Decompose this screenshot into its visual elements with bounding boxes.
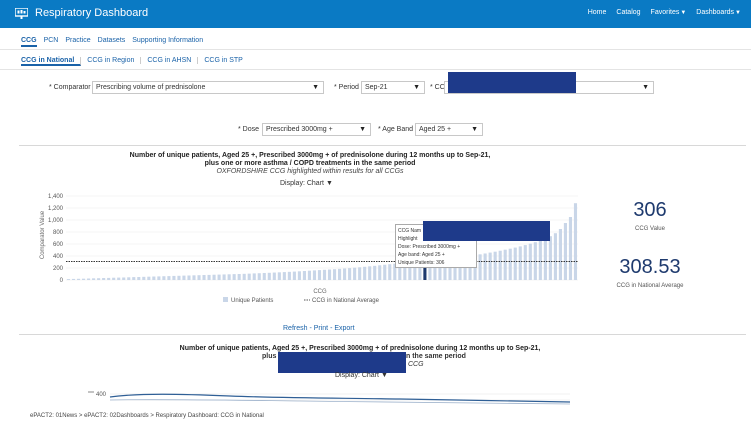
subtab-ccg-in-ahsn[interactable]: CCG in AHSN [141, 57, 199, 64]
series-line [109, 399, 571, 405]
nav-favorites[interactable]: Favorites▼ [651, 9, 687, 16]
tab-practice[interactable]: Practice [65, 37, 90, 44]
chevron-down-icon: ▼ [735, 10, 741, 16]
y-tick-label: 400 [96, 392, 107, 398]
chevron-down-icon: ▼ [680, 10, 687, 16]
chart-subtitle: OXFORDSHIRE CCG highlighted within resul… [216, 168, 404, 175]
tab-supporting-information[interactable]: Supporting Information [132, 37, 203, 44]
subtab-ccg-in-stp[interactable]: CCG in STP [198, 57, 249, 64]
nav-dashboards-label: Dashboards [696, 9, 735, 16]
dashboard-icon [15, 8, 28, 19]
display-control[interactable]: Display: Chart ▼ [280, 180, 333, 187]
display-label: Display: [280, 180, 305, 187]
display-control-2[interactable]: Display: Chart ▼ [335, 372, 388, 379]
display-value: Chart [306, 180, 324, 187]
tooltip-line: Dose: Prescribed 3000mg + [398, 244, 461, 250]
chevron-down-icon: ▼ [380, 372, 388, 379]
display-label: Display: [335, 372, 360, 379]
dose-value: Prescribed 3000mg + [266, 126, 333, 133]
tabs-divider [0, 49, 751, 50]
age-band-select[interactable]: Aged 25 + ▼ [415, 123, 483, 136]
chart2-title-line2-right: n the same period [406, 353, 466, 360]
period-select[interactable]: Sep-21 ▼ [361, 81, 425, 94]
display-value: Chart [361, 372, 379, 379]
subtab-ccg-in-national[interactable]: CCG in National [21, 57, 82, 66]
comparator-select[interactable]: Prescribing volume of prednisolone ▼ [92, 81, 324, 94]
chart2-subtitle: CCG [408, 361, 424, 368]
national-average-value: 308.53 [619, 256, 681, 278]
tab-datasets[interactable]: Datasets [98, 37, 126, 44]
nav-catalog[interactable]: Catalog [616, 9, 640, 16]
age-band-value: Aged 25 + [419, 126, 452, 133]
chevron-down-icon: ▼ [325, 180, 333, 187]
series-line [109, 393, 571, 403]
ccg-value: 306 [633, 199, 667, 221]
app-header: Respiratory Dashboard Home Catalog Favorit… [0, 0, 751, 28]
chevron-down-icon: ▼ [642, 84, 649, 91]
secondary-tabs: CCG in National CCG in Region CCG in AHSN C… [21, 57, 249, 66]
age-band-label: * Age Band [378, 126, 414, 133]
redaction-box [423, 221, 550, 241]
dose-label: * Dose [238, 126, 260, 133]
national-average-label: CCG in National Average [616, 283, 684, 289]
dose-select[interactable]: Prescribed 3000mg + ▼ [262, 123, 371, 136]
tab-ccg[interactable]: CCG [21, 37, 37, 47]
app-title: Respiratory Dashboard [35, 7, 149, 19]
chart2-title-line2-left: plus [262, 353, 277, 360]
chevron-down-icon: ▼ [413, 84, 420, 91]
period-label: * Period [334, 84, 359, 91]
redaction-box [448, 72, 576, 93]
comparator-value: Prescribing volume of prednisolone [96, 84, 206, 91]
chevron-down-icon: ▼ [312, 84, 319, 91]
period-value: Sep-21 [365, 84, 388, 91]
subtab-ccg-in-region[interactable]: CCG in Region [81, 57, 142, 64]
ccg-label: * CC [430, 84, 445, 91]
chart-actions[interactable]: Refresh - Print - Export [283, 325, 355, 332]
subtabs-divider [0, 69, 751, 70]
ccg-value-label: CCG Value [635, 226, 665, 232]
chart-title-line1: Number of unique patients, Aged 25 +, Pr… [129, 152, 491, 159]
nav-favorites-label: Favorites [650, 9, 680, 16]
primary-tabs: CCG PCN Practice Datasets Supporting Informa… [21, 37, 210, 47]
tooltip-line: Unique Patients: 306 [398, 260, 445, 266]
breadcrumb[interactable]: ePACT2: 01News > ePACT2: 02Dashboards > … [30, 413, 264, 419]
chevron-down-icon: ▼ [471, 126, 478, 133]
nav-home[interactable]: Home [588, 9, 607, 16]
chevron-down-icon: ▼ [359, 126, 366, 133]
comparator-label: * Comparator [49, 84, 91, 91]
tab-pcn[interactable]: PCN [44, 37, 59, 44]
redaction-box [278, 352, 406, 373]
tooltip-line: Age band: Aged 25 + [398, 252, 445, 258]
top-nav: Home Catalog Favorites▼ Dashboards▼ [588, 9, 751, 16]
chart-title-line2: plus one or more asthma / COPD treatment… [204, 160, 416, 167]
nav-dashboards[interactable]: Dashboards▼ [696, 9, 741, 16]
